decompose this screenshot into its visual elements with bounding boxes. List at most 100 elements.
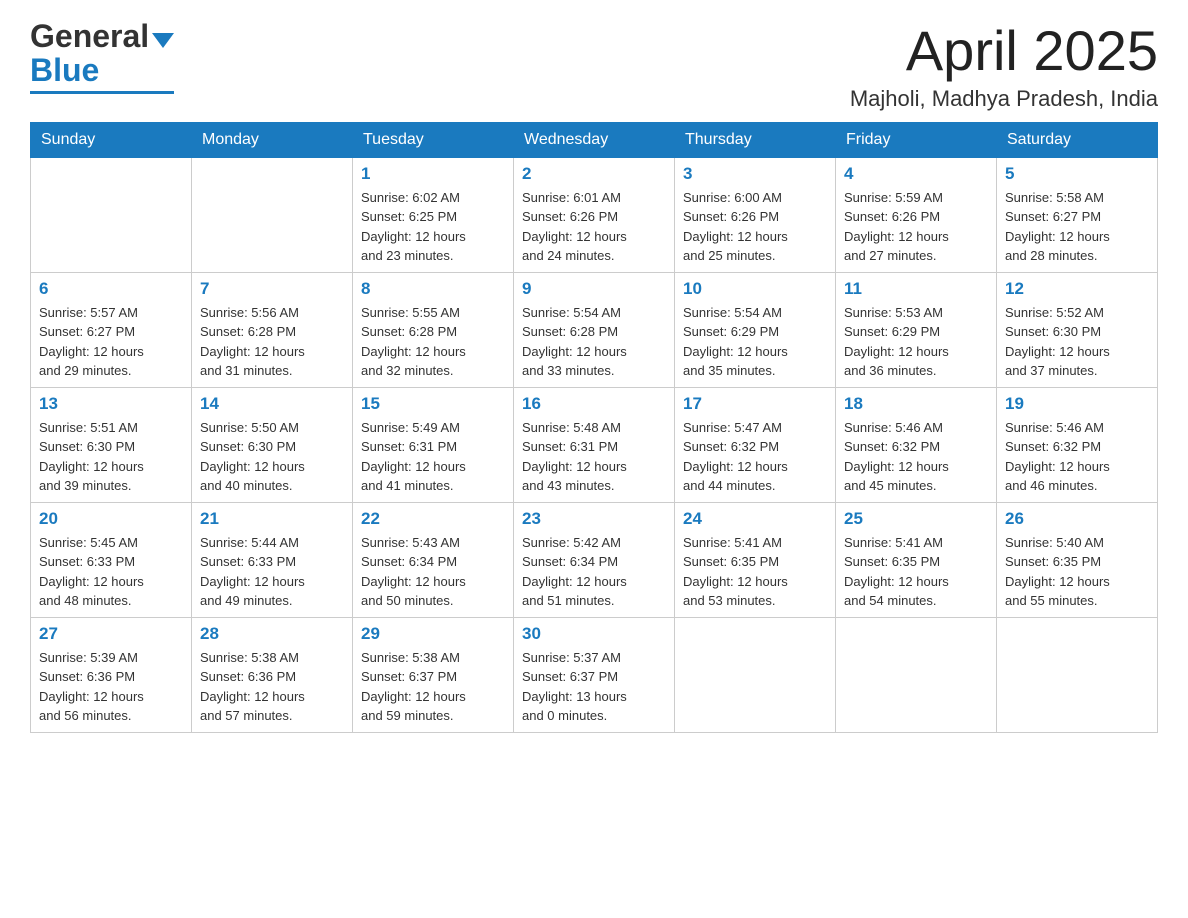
calendar-cell: 2 Sunrise: 6:01 AM Sunset: 6:26 PM Daylig… <box>514 157 675 272</box>
day-number: 5 <box>1005 164 1149 184</box>
day-info: Sunrise: 5:46 AM Sunset: 6:32 PM Dayligh… <box>844 418 988 496</box>
calendar-cell: 4Sunrise: 5:59 AM Sunset: 6:26 PM Daylig… <box>836 157 997 272</box>
day-number: 17 <box>683 394 827 414</box>
day-info: Sunrise: 5:56 AM Sunset: 6:28 PM Dayligh… <box>200 303 344 381</box>
day-info: Sunrise: 6:01 AM Sunset: 6:26 PM Dayligh… <box>522 188 666 266</box>
calendar-cell: 7 Sunrise: 5:56 AM Sunset: 6:28 PM Daylig… <box>192 272 353 387</box>
weekday-header-thursday: Thursday <box>675 122 836 157</box>
day-number: 6 <box>39 279 183 299</box>
day-info: Sunrise: 5:39 AM Sunset: 6:36 PM Dayligh… <box>39 648 183 726</box>
weekday-header-monday: Monday <box>192 122 353 157</box>
calendar-week-4: 20Sunrise: 5:45 AM Sunset: 6:33 PM Dayli… <box>31 502 1158 617</box>
day-info: Sunrise: 5:53 AM Sunset: 6:29 PM Dayligh… <box>844 303 988 381</box>
day-number: 14 <box>200 394 344 414</box>
day-number: 30 <box>522 624 666 644</box>
day-info: Sunrise: 5:38 AM Sunset: 6:36 PM Dayligh… <box>200 648 344 726</box>
day-number: 10 <box>683 279 827 299</box>
day-number: 3 <box>683 164 827 184</box>
weekday-header-tuesday: Tuesday <box>353 122 514 157</box>
calendar-cell: 14 Sunrise: 5:50 AM Sunset: 6:30 PM Dayli… <box>192 387 353 502</box>
day-number: 26 <box>1005 509 1149 529</box>
calendar-cell: 27 Sunrise: 5:39 AM Sunset: 6:36 PM Dayli… <box>31 617 192 732</box>
day-number: 19 <box>1005 394 1149 414</box>
calendar-cell: 19 Sunrise: 5:46 AM Sunset: 6:32 PM Dayli… <box>997 387 1158 502</box>
day-info: Sunrise: 5:45 AM Sunset: 6:33 PM Dayligh… <box>39 533 183 611</box>
day-info: Sunrise: 5:41 AM Sunset: 6:35 PM Dayligh… <box>683 533 827 611</box>
day-info: Sunrise: 5:58 AM Sunset: 6:27 PM Dayligh… <box>1005 188 1149 266</box>
day-info: Sunrise: 5:37 AM Sunset: 6:37 PM Dayligh… <box>522 648 666 726</box>
calendar-cell: 6 Sunrise: 5:57 AM Sunset: 6:27 PM Daylig… <box>31 272 192 387</box>
day-number: 29 <box>361 624 505 644</box>
day-number: 24 <box>683 509 827 529</box>
calendar-header: SundayMondayTuesdayWednesdayThursdayFrid… <box>31 122 1158 157</box>
calendar-body: 1 Sunrise: 6:02 AM Sunset: 6:25 PM Daylig… <box>31 157 1158 732</box>
day-number: 9 <box>522 279 666 299</box>
calendar-cell: 26 Sunrise: 5:40 AM Sunset: 6:35 PM Dayli… <box>997 502 1158 617</box>
day-info: Sunrise: 5:38 AM Sunset: 6:37 PM Dayligh… <box>361 648 505 726</box>
page-header: General Blue April 2025 Majholi, Madhya … <box>30 20 1158 112</box>
calendar-cell <box>997 617 1158 732</box>
weekday-header-friday: Friday <box>836 122 997 157</box>
day-number: 2 <box>522 164 666 184</box>
day-info: Sunrise: 5:48 AM Sunset: 6:31 PM Dayligh… <box>522 418 666 496</box>
weekday-header-saturday: Saturday <box>997 122 1158 157</box>
day-info: Sunrise: 5:43 AM Sunset: 6:34 PM Dayligh… <box>361 533 505 611</box>
calendar-cell: 10 Sunrise: 5:54 AM Sunset: 6:29 PM Dayli… <box>675 272 836 387</box>
day-number: 21 <box>200 509 344 529</box>
day-info: Sunrise: 5:50 AM Sunset: 6:30 PM Dayligh… <box>200 418 344 496</box>
calendar-cell: 12Sunrise: 5:52 AM Sunset: 6:30 PM Dayli… <box>997 272 1158 387</box>
calendar-week-3: 13Sunrise: 5:51 AM Sunset: 6:30 PM Dayli… <box>31 387 1158 502</box>
calendar-cell: 24 Sunrise: 5:41 AM Sunset: 6:35 PM Dayli… <box>675 502 836 617</box>
day-number: 18 <box>844 394 988 414</box>
calendar-cell: 17 Sunrise: 5:47 AM Sunset: 6:32 PM Dayli… <box>675 387 836 502</box>
calendar-cell: 28 Sunrise: 5:38 AM Sunset: 6:36 PM Dayli… <box>192 617 353 732</box>
calendar-cell: 22 Sunrise: 5:43 AM Sunset: 6:34 PM Dayli… <box>353 502 514 617</box>
day-info: Sunrise: 6:00 AM Sunset: 6:26 PM Dayligh… <box>683 188 827 266</box>
calendar-cell: 3 Sunrise: 6:00 AM Sunset: 6:26 PM Daylig… <box>675 157 836 272</box>
calendar-week-1: 1 Sunrise: 6:02 AM Sunset: 6:25 PM Daylig… <box>31 157 1158 272</box>
calendar-cell: 5 Sunrise: 5:58 AM Sunset: 6:27 PM Daylig… <box>997 157 1158 272</box>
calendar-cell: 9 Sunrise: 5:54 AM Sunset: 6:28 PM Daylig… <box>514 272 675 387</box>
location-text: Majholi, Madhya Pradesh, India <box>850 86 1158 112</box>
calendar-cell <box>836 617 997 732</box>
calendar-cell <box>675 617 836 732</box>
calendar-cell: 13Sunrise: 5:51 AM Sunset: 6:30 PM Dayli… <box>31 387 192 502</box>
day-number: 27 <box>39 624 183 644</box>
calendar-cell: 16Sunrise: 5:48 AM Sunset: 6:31 PM Dayli… <box>514 387 675 502</box>
calendar-table: SundayMondayTuesdayWednesdayThursdayFrid… <box>30 122 1158 733</box>
day-info: Sunrise: 5:57 AM Sunset: 6:27 PM Dayligh… <box>39 303 183 381</box>
weekday-header-sunday: Sunday <box>31 122 192 157</box>
day-number: 8 <box>361 279 505 299</box>
calendar-cell: 20Sunrise: 5:45 AM Sunset: 6:33 PM Dayli… <box>31 502 192 617</box>
calendar-cell <box>31 157 192 272</box>
day-info: Sunrise: 5:54 AM Sunset: 6:29 PM Dayligh… <box>683 303 827 381</box>
day-number: 11 <box>844 279 988 299</box>
day-number: 7 <box>200 279 344 299</box>
calendar-cell: 18 Sunrise: 5:46 AM Sunset: 6:32 PM Dayli… <box>836 387 997 502</box>
day-number: 25 <box>844 509 988 529</box>
day-info: Sunrise: 5:46 AM Sunset: 6:32 PM Dayligh… <box>1005 418 1149 496</box>
title-section: April 2025 Majholi, Madhya Pradesh, Indi… <box>850 20 1158 112</box>
weekday-header-wednesday: Wednesday <box>514 122 675 157</box>
logo: General Blue <box>30 20 174 94</box>
calendar-cell <box>192 157 353 272</box>
day-info: Sunrise: 5:44 AM Sunset: 6:33 PM Dayligh… <box>200 533 344 611</box>
day-info: Sunrise: 6:02 AM Sunset: 6:25 PM Dayligh… <box>361 188 505 266</box>
calendar-cell: 29 Sunrise: 5:38 AM Sunset: 6:37 PM Dayli… <box>353 617 514 732</box>
day-number: 12 <box>1005 279 1149 299</box>
day-number: 23 <box>522 509 666 529</box>
calendar-cell: 15Sunrise: 5:49 AM Sunset: 6:31 PM Dayli… <box>353 387 514 502</box>
day-info: Sunrise: 5:42 AM Sunset: 6:34 PM Dayligh… <box>522 533 666 611</box>
day-number: 1 <box>361 164 505 184</box>
calendar-week-2: 6 Sunrise: 5:57 AM Sunset: 6:27 PM Daylig… <box>31 272 1158 387</box>
day-info: Sunrise: 5:40 AM Sunset: 6:35 PM Dayligh… <box>1005 533 1149 611</box>
day-number: 28 <box>200 624 344 644</box>
month-title: April 2025 <box>850 20 1158 82</box>
calendar-cell: 25 Sunrise: 5:41 AM Sunset: 6:35 PM Dayli… <box>836 502 997 617</box>
day-info: Sunrise: 5:47 AM Sunset: 6:32 PM Dayligh… <box>683 418 827 496</box>
day-info: Sunrise: 5:54 AM Sunset: 6:28 PM Dayligh… <box>522 303 666 381</box>
calendar-cell: 21 Sunrise: 5:44 AM Sunset: 6:33 PM Dayli… <box>192 502 353 617</box>
day-info: Sunrise: 5:41 AM Sunset: 6:35 PM Dayligh… <box>844 533 988 611</box>
day-number: 22 <box>361 509 505 529</box>
day-number: 13 <box>39 394 183 414</box>
